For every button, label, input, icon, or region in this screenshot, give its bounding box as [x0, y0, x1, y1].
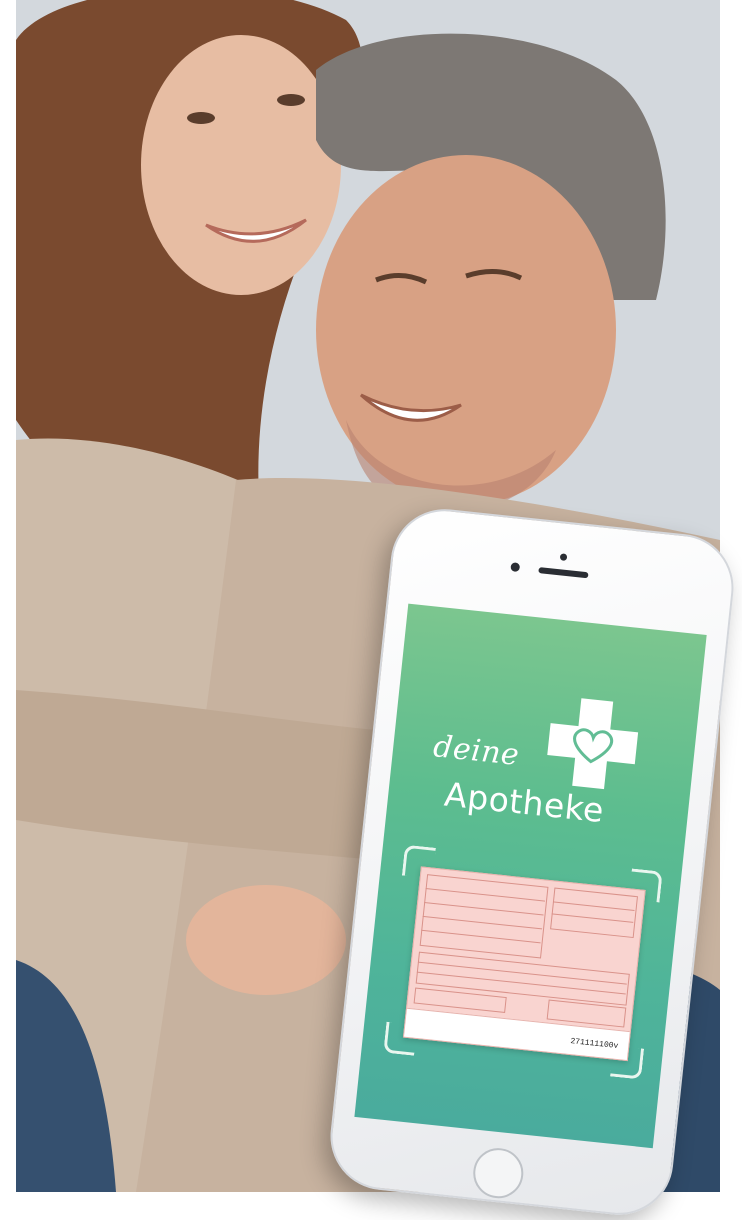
logo-wordmark-deine: deine — [431, 729, 522, 773]
home-button[interactable] — [470, 1145, 526, 1201]
earpiece-speaker — [538, 567, 589, 579]
front-camera — [510, 562, 521, 573]
rx-patient-box — [419, 874, 549, 959]
smartphone: deine Apotheke 271111100v — [325, 503, 739, 1220]
rx-fee-box — [550, 887, 638, 939]
prescription-form: 271111100v — [402, 866, 646, 1062]
rx-form-number: 271111100v — [569, 1037, 619, 1051]
cross-heart-icon — [547, 698, 639, 790]
app-splash-screen: deine Apotheke 271111100v — [354, 603, 707, 1149]
proximity-sensor — [559, 553, 568, 561]
